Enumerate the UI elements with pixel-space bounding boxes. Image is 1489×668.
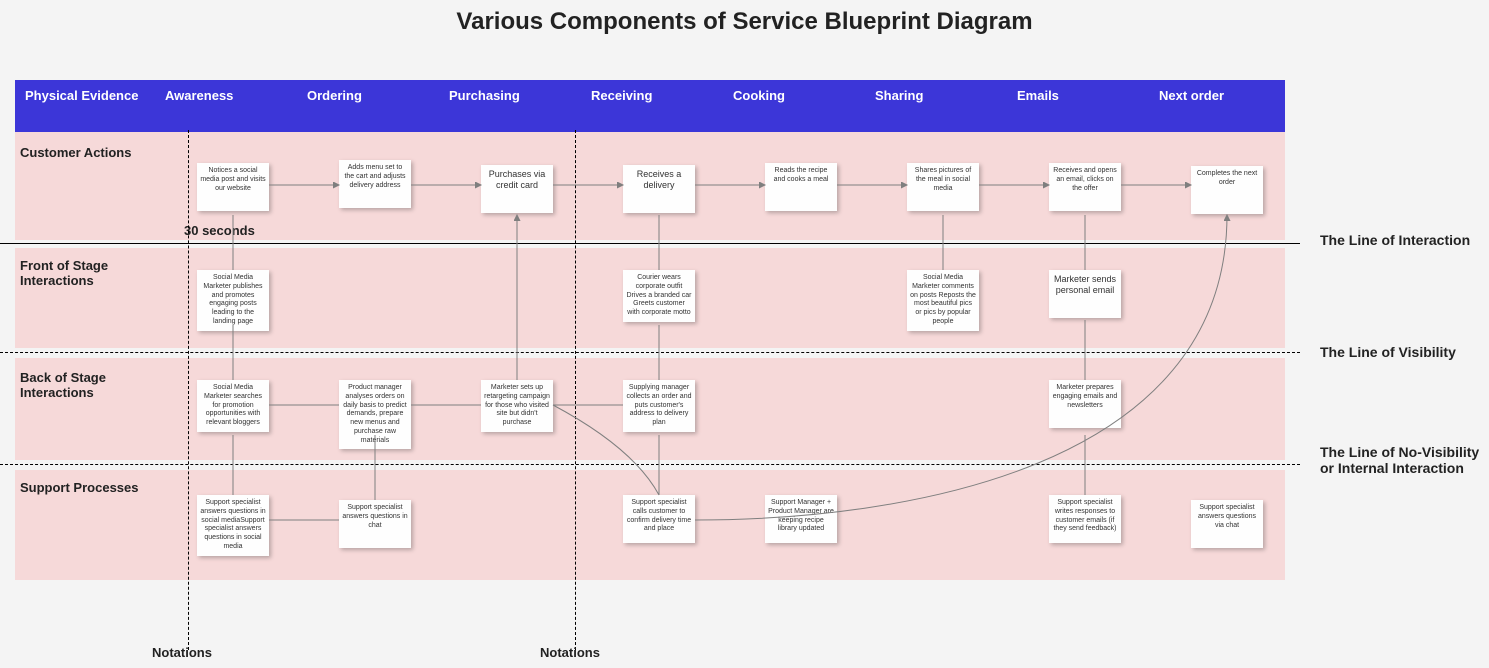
header-row: Physical Evidence Awareness Ordering Pur…: [15, 80, 1285, 132]
header-sharing: Sharing: [865, 80, 1007, 132]
side-label-novis: The Line of No-Visibility or Internal In…: [1320, 444, 1480, 476]
note-c-ordering[interactable]: Adds menu set to the cart and adjusts de…: [339, 160, 411, 208]
note-b-purchasing[interactable]: Marketer sets up retargeting campaign fo…: [481, 380, 553, 432]
row-label-support: Support Processes: [20, 480, 150, 495]
note-s-receiving[interactable]: Support specialist calls customer to con…: [623, 495, 695, 543]
note-c-cooking[interactable]: Reads the recipe and cooks a meal: [765, 163, 837, 211]
note-c-emails[interactable]: Receives and opens an email, clicks on t…: [1049, 163, 1121, 211]
side-label-visibility: The Line of Visibility: [1320, 344, 1480, 360]
note-b-awareness[interactable]: Social Media Marketer searches for promo…: [197, 380, 269, 432]
note-s-next[interactable]: Support specialist answers questions via…: [1191, 500, 1263, 548]
note-c-receiving[interactable]: Receives a delivery: [623, 165, 695, 213]
time-label: 30 seconds: [184, 223, 255, 238]
diagram-canvas[interactable]: Various Components of Service Blueprint …: [0, 0, 1489, 668]
note-f-awareness[interactable]: Social Media Marketer publishes and prom…: [197, 270, 269, 331]
line-of-visibility: [0, 352, 1300, 353]
line-of-interaction: [0, 243, 1300, 244]
note-b-receiving[interactable]: Supplying manager collects an order and …: [623, 380, 695, 432]
notation-line-2: [575, 130, 576, 650]
header-next: Next order: [1149, 80, 1285, 132]
note-s-ordering[interactable]: Support specialist answers questions in …: [339, 500, 411, 548]
row-label-front: Front of Stage Interactions: [20, 258, 150, 288]
note-c-next[interactable]: Completes the next order: [1191, 166, 1263, 214]
notation-line-1: [188, 130, 189, 650]
note-c-awareness[interactable]: Notices a social media post and visits o…: [197, 163, 269, 211]
diagram-title: Various Components of Service Blueprint …: [0, 8, 1489, 36]
notations-2: Notations: [540, 645, 600, 660]
note-f-receiving[interactable]: Courier wears corporate outfit Drives a …: [623, 270, 695, 322]
note-s-emails[interactable]: Support specialist writes responses to c…: [1049, 495, 1121, 543]
notations-1: Notations: [152, 645, 212, 660]
note-b-ordering[interactable]: Product manager analyses orders on daily…: [339, 380, 411, 449]
note-s-cooking[interactable]: Support Manager + Product Manager are ke…: [765, 495, 837, 543]
header-awareness: Awareness: [155, 80, 297, 132]
row-label-customer: Customer Actions: [20, 145, 150, 160]
header-receiving: Receiving: [581, 80, 723, 132]
note-c-purchasing[interactable]: Purchases via credit card: [481, 165, 553, 213]
note-f-sharing[interactable]: Social Media Marketer comments on posts …: [907, 270, 979, 331]
side-label-interaction: The Line of Interaction: [1320, 232, 1480, 248]
note-c-sharing[interactable]: Shares pictures of the meal in social me…: [907, 163, 979, 211]
header-purchasing: Purchasing: [439, 80, 581, 132]
note-b-emails[interactable]: Marketer prepares engaging emails and ne…: [1049, 380, 1121, 428]
note-s-awareness[interactable]: Support specialist answers questions in …: [197, 495, 269, 556]
line-of-novis: [0, 464, 1300, 465]
header-physical: Physical Evidence: [15, 80, 155, 132]
row-label-back: Back of Stage Interactions: [20, 370, 150, 400]
header-cooking: Cooking: [723, 80, 865, 132]
header-emails: Emails: [1007, 80, 1149, 132]
header-ordering: Ordering: [297, 80, 439, 132]
note-f-emails[interactable]: Marketer sends personal email: [1049, 270, 1121, 318]
